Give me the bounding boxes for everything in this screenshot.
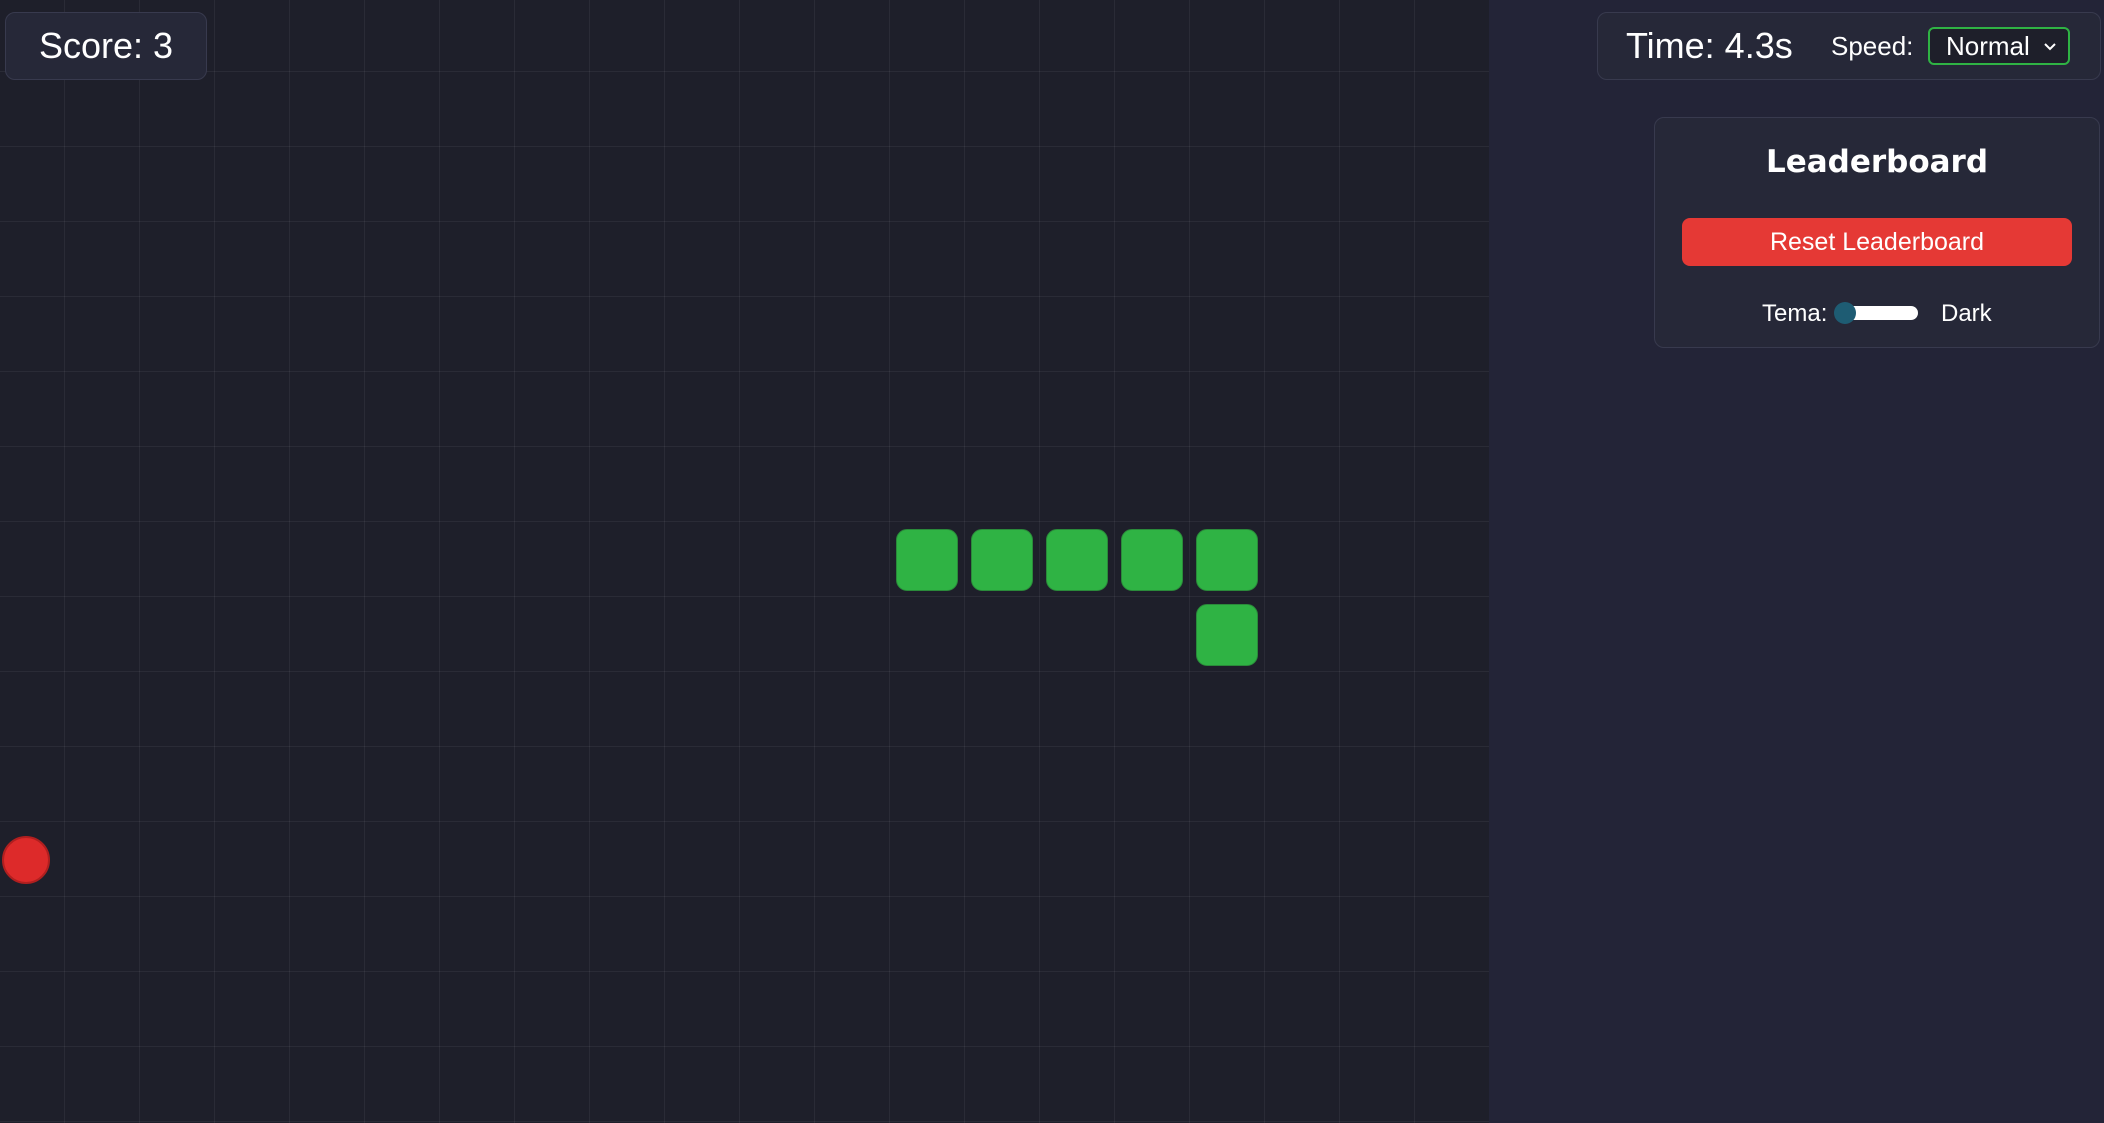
snake-segment xyxy=(1196,529,1258,591)
snake-segment xyxy=(1046,529,1108,591)
speed-label: Speed: xyxy=(1831,30,1914,61)
game-board[interactable] xyxy=(0,0,1489,1123)
snake-segment xyxy=(1121,529,1183,591)
food-apple xyxy=(2,836,50,884)
leaderboard-title: Leaderboard xyxy=(1765,144,1989,180)
speed-select[interactable]: Normal xyxy=(1928,27,2070,65)
leaderboard-panel: Leaderboard Reset Leaderboard Tema: Dark xyxy=(1654,117,2100,348)
theme-value: Dark xyxy=(1941,300,1992,327)
time-speed-panel: Time: 4.3s Speed: Normal xyxy=(1597,12,2101,80)
theme-slider-knob[interactable] xyxy=(1834,302,1856,324)
snake-segment xyxy=(1196,604,1258,666)
snake-segment xyxy=(896,529,958,591)
theme-toggle-row: Tema: Dark xyxy=(1655,296,2099,332)
timer-display: Time: 4.3s xyxy=(1626,25,1793,66)
speed-selected-value: Normal xyxy=(1946,30,2030,61)
reset-leaderboard-button[interactable]: Reset Leaderboard xyxy=(1682,218,2072,266)
score-panel: Score: 3 xyxy=(5,12,207,80)
snake-segment xyxy=(971,529,1033,591)
theme-label: Tema: xyxy=(1762,300,1828,327)
score-display: Score: 3 xyxy=(38,25,174,66)
chevron-down-icon xyxy=(2044,43,2056,51)
